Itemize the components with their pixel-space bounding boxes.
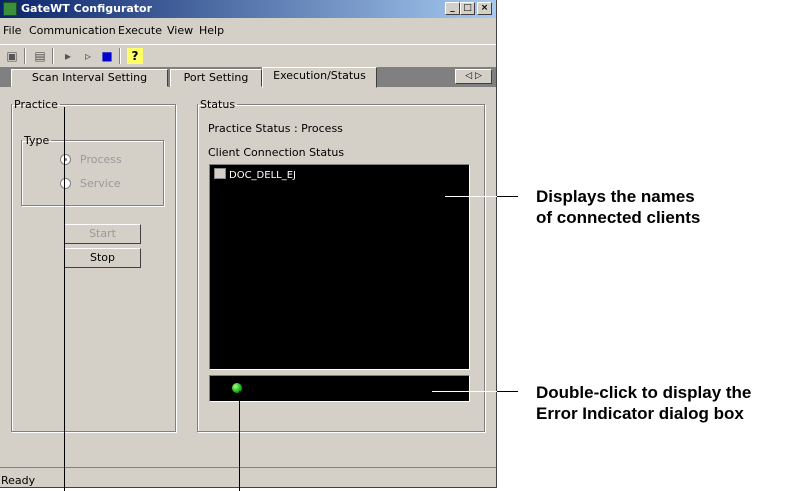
toolbar-separator xyxy=(119,48,121,64)
client-name: DOC_DELL_EJ xyxy=(229,170,296,181)
error-indicator-panel[interactable] xyxy=(209,375,470,402)
menu-file[interactable]: File xyxy=(3,24,21,37)
tab-scroll-arrows[interactable]: ◁ ▷ xyxy=(455,69,492,84)
tab-scroll-left-icon[interactable]: ◁ xyxy=(465,71,472,81)
error-callout-line-2: Error Indicator dialog box xyxy=(536,404,744,423)
run-icon[interactable]: ▸ xyxy=(60,48,76,64)
status-legend: Status xyxy=(200,98,236,111)
type-group: Type xyxy=(21,134,164,206)
computer-icon xyxy=(214,168,226,179)
type-legend: Type xyxy=(24,134,50,147)
client-list[interactable]: DOC_DELL_EJ xyxy=(209,164,470,370)
error-callout-line-1: Double-click to display the xyxy=(536,383,752,402)
status-bar-text: Ready xyxy=(1,474,36,487)
minimize-icon: _ xyxy=(450,3,455,13)
minimize-button[interactable]: _ xyxy=(445,2,460,15)
close-button[interactable]: × xyxy=(477,2,492,15)
clients-callout-line-1: Displays the names xyxy=(536,187,695,206)
clients-callout-line xyxy=(497,196,518,197)
error-callout-text: Double-click to display the Error Indica… xyxy=(536,382,751,424)
service-radio-label: Service xyxy=(80,177,121,190)
tab-port-setting[interactable]: Port Setting xyxy=(170,69,262,87)
app-icon xyxy=(3,2,17,16)
menu-execute[interactable]: Execute xyxy=(118,24,162,37)
menu-bar: File Communication Execute View Help xyxy=(0,20,496,38)
step-icon[interactable]: ▹ xyxy=(80,48,96,64)
menu-view[interactable]: View xyxy=(167,24,193,37)
maximize-icon: □ xyxy=(463,3,472,13)
process-radio[interactable] xyxy=(60,154,71,165)
configurator-window: GateWT Configurator _ □ × File Communica… xyxy=(0,0,497,488)
stop-button[interactable]: Stop xyxy=(64,248,141,268)
menu-communication[interactable]: Communication xyxy=(29,24,116,37)
client-list-item[interactable]: DOC_DELL_EJ xyxy=(214,168,296,181)
connect-icon[interactable]: ▤ xyxy=(32,48,48,64)
maximize-button[interactable]: □ xyxy=(460,2,475,15)
practice-status-text: Practice Status : Process xyxy=(208,122,343,135)
tab-strip: Scan Interval Setting Port Setting Execu… xyxy=(0,67,496,88)
window-title: GateWT Configurator xyxy=(21,2,153,15)
stop-icon[interactable]: ■ xyxy=(99,48,115,64)
process-radio-label: Process xyxy=(80,153,122,166)
client-connection-label: Client Connection Status xyxy=(208,146,345,159)
tab-content-panel: Practice Type Process Service Start Stop… xyxy=(11,98,492,437)
service-radio[interactable] xyxy=(60,178,71,189)
error-callout-line xyxy=(497,391,518,392)
menu-help[interactable]: Help xyxy=(199,24,224,37)
clients-callout-line-2: of connected clients xyxy=(536,208,701,227)
tab-execution-status[interactable]: Execution/Status xyxy=(262,67,377,88)
error-callout-vertical-line xyxy=(239,391,240,491)
practice-callout-line xyxy=(64,107,65,491)
tab-scan-interval-setting[interactable]: Scan Interval Setting xyxy=(11,69,168,87)
status-bar: Ready xyxy=(0,467,496,488)
toolbar-separator xyxy=(24,48,26,64)
close-icon: × xyxy=(480,3,489,13)
clients-callout-text: Displays the names of connected clients xyxy=(536,186,700,228)
help-icon[interactable]: ? xyxy=(127,48,143,64)
save-icon[interactable]: ▣ xyxy=(4,48,20,64)
clients-callout-inner-line xyxy=(445,196,497,197)
error-callout-inner-line xyxy=(432,391,497,392)
practice-legend: Practice xyxy=(14,98,58,111)
tab-scroll-right-icon[interactable]: ▷ xyxy=(475,71,482,81)
toolbar-separator xyxy=(52,48,54,64)
error-indicator-led-icon[interactable] xyxy=(232,383,242,393)
toolbar: ▣ ▤ ▸ ▹ ■ ? xyxy=(0,44,496,68)
start-button[interactable]: Start xyxy=(64,224,141,244)
title-bar[interactable]: GateWT Configurator _ □ × xyxy=(0,0,496,18)
